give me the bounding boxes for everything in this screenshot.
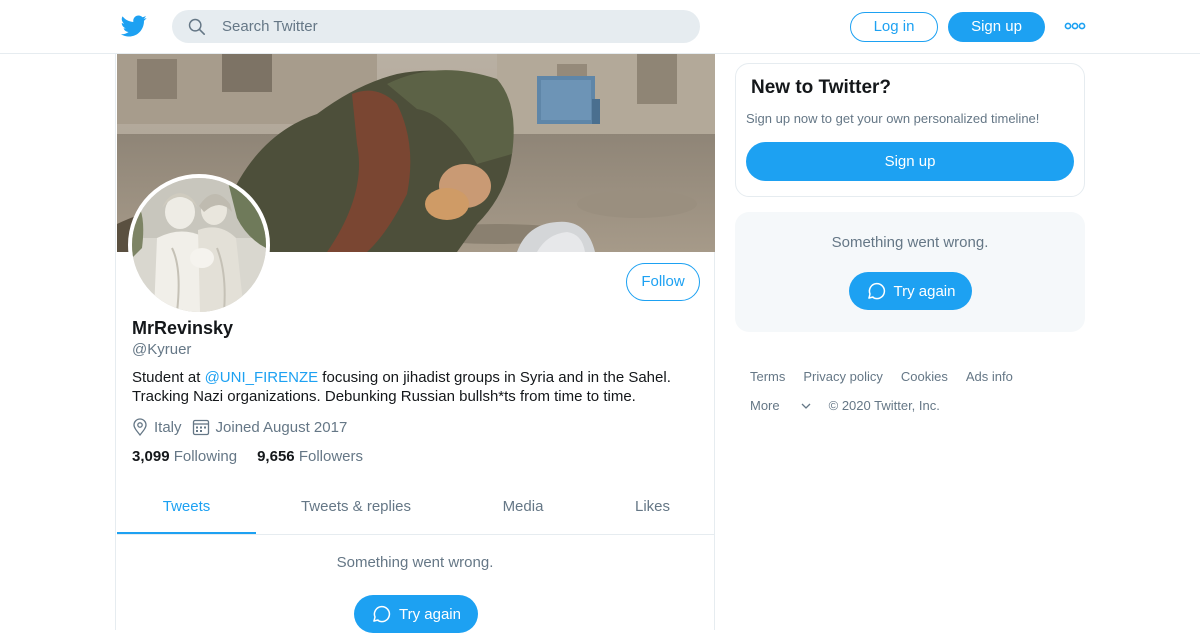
search-input[interactable] xyxy=(222,10,682,43)
profile-handle: @Kyruer xyxy=(132,341,192,358)
sidebar-error-message: Something went wrong. xyxy=(831,234,989,251)
tab-likes[interactable]: Likes xyxy=(590,484,715,534)
more-dots-icon[interactable] xyxy=(1064,20,1086,32)
profile-meta: Italy Joined August 2017 xyxy=(132,416,357,438)
search-box xyxy=(172,10,700,43)
footer-links-row: Terms Privacy policy Cookies Ads info xyxy=(750,362,1080,391)
profile-avatar[interactable] xyxy=(128,174,270,316)
login-button[interactable]: Log in xyxy=(850,12,938,42)
following-label: Following xyxy=(173,448,238,465)
promo-text: Sign up now to get your own personalized… xyxy=(746,111,1040,126)
profile-bio: Student at @UNI_FIRENZE focusing on jiha… xyxy=(132,368,702,406)
sidebar-retry-label: Try again xyxy=(893,282,956,300)
location-text: Italy xyxy=(154,418,182,436)
footer-link-ads-info[interactable]: Ads info xyxy=(966,369,1013,384)
sidebar-retry-button[interactable]: Try again xyxy=(849,272,972,310)
profile-column: Follow MrRevinsky @Kyruer Student at @UN… xyxy=(115,54,715,633)
timeline-error-message: Something went wrong. xyxy=(336,554,494,571)
tab-media[interactable]: Media xyxy=(456,484,590,534)
bio-text-prefix: Student at xyxy=(132,369,205,386)
footer-link-privacy[interactable]: Privacy policy xyxy=(803,369,882,384)
refresh-icon xyxy=(867,282,885,300)
footer-more-label: More xyxy=(750,398,780,413)
followers-stat[interactable]: 9,656 Followers xyxy=(257,448,363,465)
profile-location: Italy xyxy=(132,418,182,436)
footer-copyright: © 2020 Twitter, Inc. xyxy=(828,398,940,413)
timeline-retry-label: Try again xyxy=(399,605,461,623)
tab-tweets-and-replies[interactable]: Tweets & replies xyxy=(256,484,456,534)
profile-stats: 3,099 Following 9,656 Followers xyxy=(132,448,383,465)
calendar-icon xyxy=(192,419,209,436)
location-pin-icon xyxy=(133,418,147,436)
sidebar-error-panel: Something went wrong. Try again xyxy=(735,212,1085,332)
joined-text: Joined August 2017 xyxy=(215,418,348,436)
sidebar-footer: Terms Privacy policy Cookies Ads info Mo… xyxy=(750,362,1080,420)
promo-title: New to Twitter? xyxy=(751,77,892,98)
tab-tweets[interactable]: Tweets xyxy=(117,484,256,534)
follow-button[interactable]: Follow xyxy=(626,263,700,301)
footer-link-terms[interactable]: Terms xyxy=(750,369,785,384)
profile-tabs: Tweets Tweets & replies Media Likes xyxy=(117,484,715,535)
promo-signup-button[interactable]: Sign up xyxy=(746,142,1074,181)
refresh-icon xyxy=(373,605,391,623)
signup-button[interactable]: Sign up xyxy=(948,12,1045,42)
signup-promo-card: New to Twitter? Sign up now to get your … xyxy=(735,63,1085,197)
following-stat[interactable]: 3,099 Following xyxy=(132,448,237,465)
top-navigation-bar: Log in Sign up xyxy=(0,0,1200,54)
profile-joined: Joined August 2017 xyxy=(192,418,348,436)
footer-more-menu[interactable]: More xyxy=(750,398,811,413)
following-count: 3,099 xyxy=(132,448,170,465)
twitter-bird-icon[interactable] xyxy=(120,13,148,39)
chevron-down-icon xyxy=(801,403,811,409)
followers-label: Followers xyxy=(298,448,363,465)
footer-bottom-row: More © 2020 Twitter, Inc. xyxy=(750,391,1080,420)
followers-count: 9,656 xyxy=(257,448,295,465)
bio-mention-link[interactable]: @UNI_FIRENZE xyxy=(205,369,319,386)
footer-link-cookies[interactable]: Cookies xyxy=(901,369,948,384)
timeline-retry-button[interactable]: Try again xyxy=(354,595,478,633)
profile-display-name: MrRevinsky xyxy=(132,318,234,338)
search-icon xyxy=(188,18,206,36)
